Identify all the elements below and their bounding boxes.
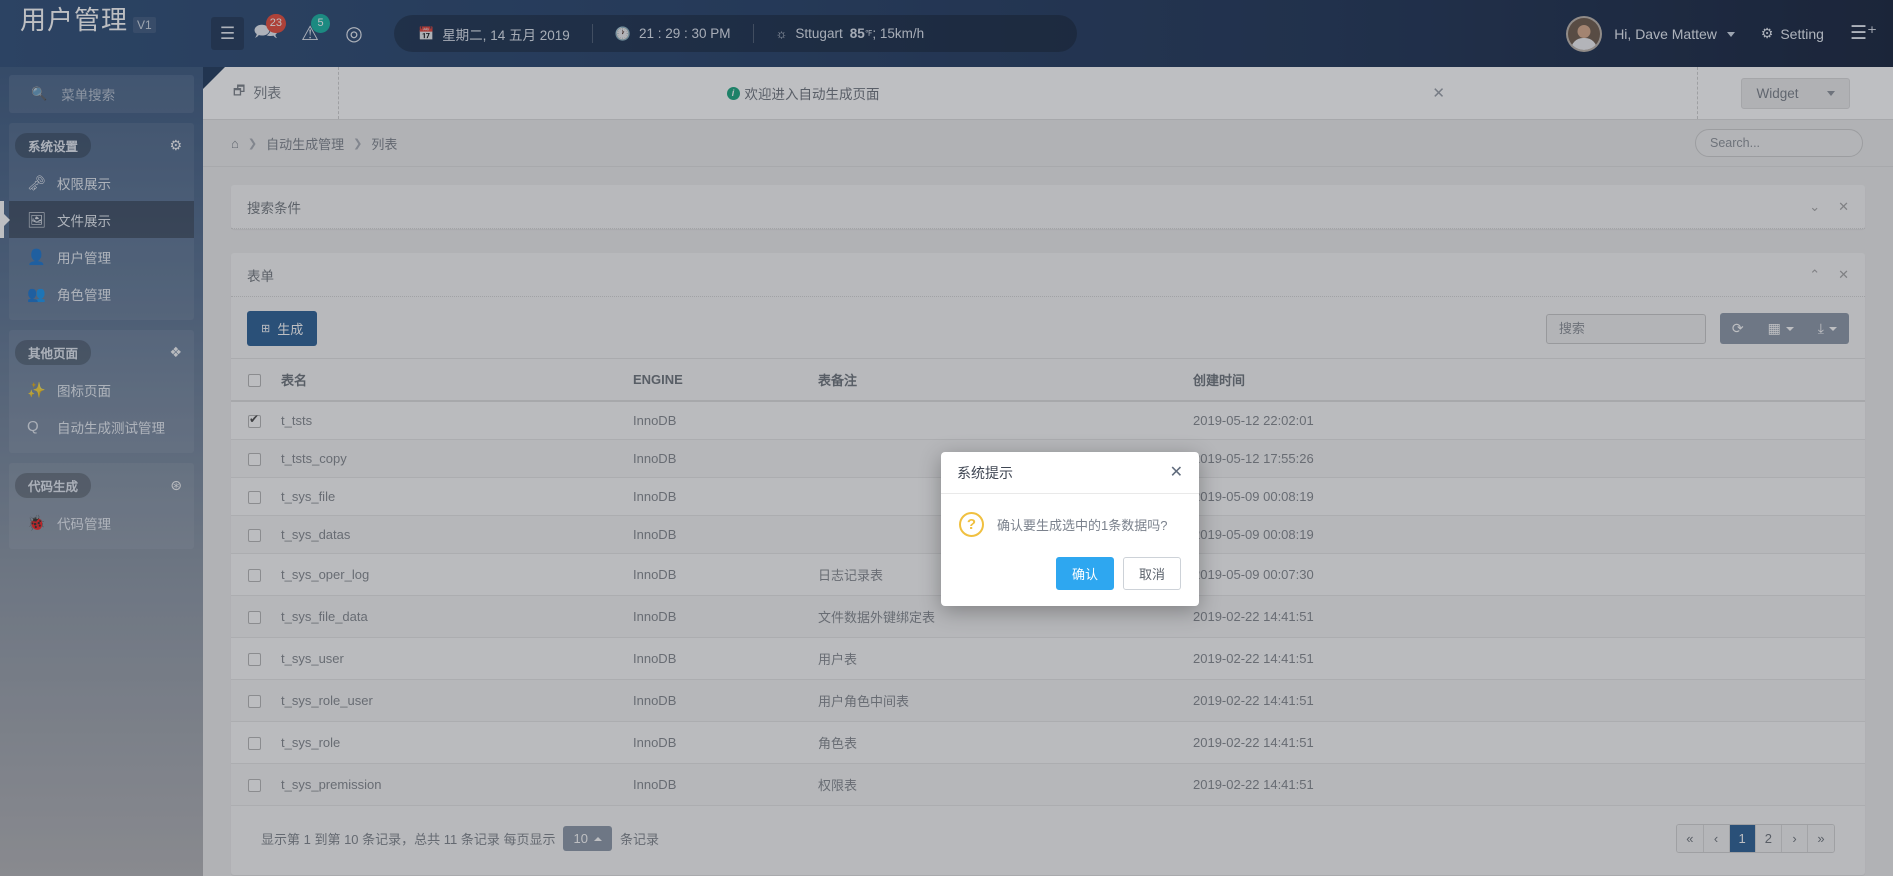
confirm-button[interactable]: 确认: [1055, 557, 1114, 590]
system-prompt-dialog: 系统提示 ✕ ? 确认要生成选中的1条数据吗? 确认 取消: [941, 452, 1199, 606]
modal-message: 确认要生成选中的1条数据吗?: [997, 518, 1168, 533]
modal-footer: 确认 取消: [941, 545, 1199, 606]
close-icon[interactable]: ✕: [1170, 464, 1183, 481]
question-mark-icon: ?: [959, 512, 984, 537]
modal-backdrop[interactable]: [0, 0, 1893, 876]
modal-title: 系统提示: [957, 464, 1013, 481]
modal-header: 系统提示 ✕: [941, 452, 1199, 494]
cancel-button[interactable]: 取消: [1122, 557, 1181, 590]
modal-body: ? 确认要生成选中的1条数据吗?: [941, 494, 1199, 545]
